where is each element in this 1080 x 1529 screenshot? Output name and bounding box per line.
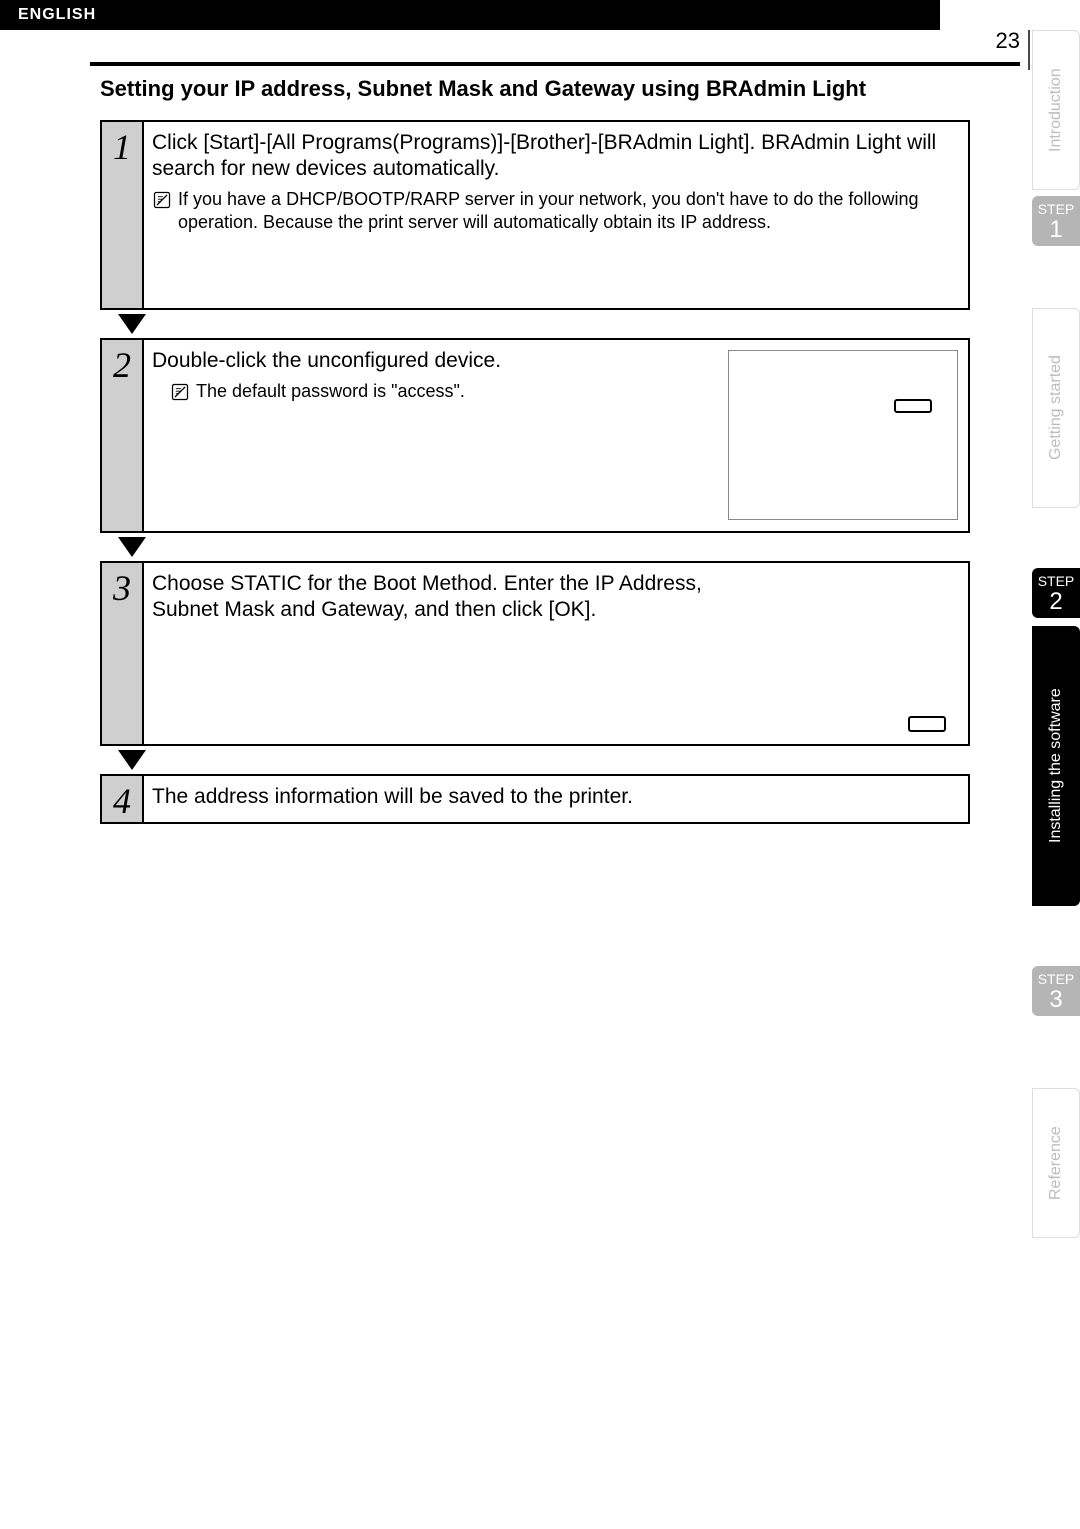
page-number: 23 <box>996 28 1020 54</box>
screenshot-highlight <box>908 716 946 732</box>
arrow-down-icon <box>118 314 146 334</box>
step-text: Click [Start]-[All Programs(Programs)]-[… <box>152 130 958 183</box>
side-tab-reference[interactable]: Reference <box>1032 1088 1080 1238</box>
arrow-down-icon <box>118 537 146 557</box>
side-tab-installing-software[interactable]: Installing the software <box>1032 626 1080 906</box>
side-tab-getting-started[interactable]: Getting started <box>1032 308 1080 508</box>
note-icon <box>170 382 190 402</box>
step-box-1: 1 Click [Start]-[All Programs(Programs)]… <box>100 120 970 310</box>
side-tab-introduction[interactable]: Introduction <box>1032 30 1080 190</box>
step-tab-label: STEP <box>1038 573 1075 589</box>
side-tab-step3[interactable]: STEP 3 <box>1032 966 1080 1016</box>
step-tab-number: 2 <box>1032 590 1080 614</box>
step-text: The address information will be saved to… <box>152 784 958 810</box>
note-icon <box>152 190 172 210</box>
screenshot-placeholder <box>728 350 958 520</box>
step-tab-number: 3 <box>1032 988 1080 1012</box>
step-tab-number: 1 <box>1032 218 1080 242</box>
arrow-down-icon <box>118 750 146 770</box>
step-text: Double-click the unconfigured device. <box>152 348 692 374</box>
step-number-cell: 2 <box>102 340 144 531</box>
step-text: Choose STATIC for the Boot Method. Enter… <box>152 571 712 624</box>
step-tab-label: STEP <box>1038 971 1075 987</box>
step-number-cell: 3 <box>102 563 144 744</box>
step-note: If you have a DHCP/BOOTP/RARP server in … <box>178 188 958 235</box>
step-box-4: 4 The address information will be saved … <box>100 774 970 824</box>
side-tab-step2[interactable]: STEP 2 <box>1032 568 1080 618</box>
section-title: Setting your IP address, Subnet Mask and… <box>100 75 970 104</box>
step-number-cell: 1 <box>102 122 144 308</box>
step-number: 2 <box>113 344 131 386</box>
top-rule <box>90 62 1020 66</box>
screenshot-highlight <box>894 399 932 413</box>
language-tab: ENGLISH <box>0 0 940 30</box>
step-note: The default password is "access". <box>196 380 465 403</box>
step-tab-label: STEP <box>1038 201 1075 217</box>
step-box-3: 3 Choose STATIC for the Boot Method. Ent… <box>100 561 970 746</box>
step-number: 3 <box>113 567 131 609</box>
step-number: 1 <box>113 126 131 168</box>
header-divider <box>1028 30 1030 70</box>
step-number-cell: 4 <box>102 776 144 822</box>
step-box-2: 2 Double-click the unconfigured device. … <box>100 338 970 533</box>
step-number: 4 <box>113 780 131 822</box>
side-tab-step1[interactable]: STEP 1 <box>1032 196 1080 246</box>
